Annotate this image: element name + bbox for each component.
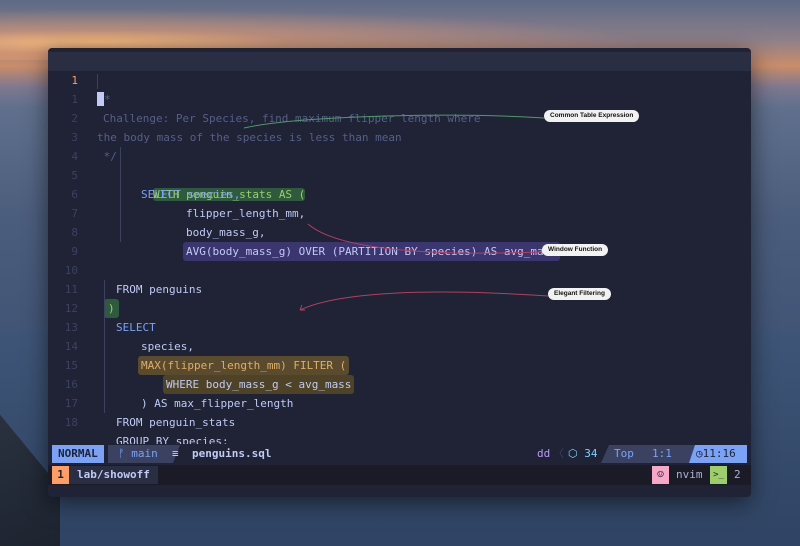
cursor-position: 1:1 — [652, 447, 672, 460]
code-editor[interactable]: 1 * 1 Challenge: Per Species, find maxim… — [48, 52, 751, 448]
tmux-window-index[interactable]: 1 — [52, 466, 69, 484]
git-branch[interactable]: ᚠ main — [108, 445, 180, 463]
pending-keys: dd — [537, 447, 551, 460]
annotation-filter: Elegant Filtering — [548, 288, 611, 300]
statusline: NORMAL ᚠ main ≡ penguins.sql dd 〈 ⬡ 34 T… — [48, 444, 751, 464]
annotation-cte: Common Table Expression — [544, 110, 640, 122]
git-branch-label: main — [131, 447, 158, 460]
git-branch-icon: ᚠ — [118, 447, 132, 460]
tmux-session-name[interactable]: lab/showoff — [69, 466, 158, 484]
package-icon: ⬡ — [568, 447, 585, 460]
annotation-window-function: Window Function — [542, 244, 609, 256]
annotation-arrows — [243, 114, 549, 311]
clock: ◷11:16 — [689, 445, 747, 463]
separator: 〈 — [553, 447, 564, 460]
terminal-window[interactable]: 1 * 1 Challenge: Per Species, find maxim… — [48, 48, 751, 497]
package-count: ⬡ 34 — [568, 447, 598, 460]
tmux-statusbar: 1 lab/showoff ☺ nvim >_ 2 — [48, 465, 751, 485]
user-icon: ☺ — [652, 466, 669, 484]
mode-indicator: NORMAL — [52, 445, 104, 463]
scroll-position: Top — [614, 447, 634, 460]
filename: penguins.sql — [192, 447, 272, 460]
terminal-icon: >_ — [710, 466, 727, 484]
clock-icon: ◷ — [696, 447, 703, 460]
tmux-pane-count: 2 — [734, 468, 741, 481]
database-icon: ≡ — [172, 447, 179, 460]
tmux-program: nvim — [676, 468, 703, 481]
